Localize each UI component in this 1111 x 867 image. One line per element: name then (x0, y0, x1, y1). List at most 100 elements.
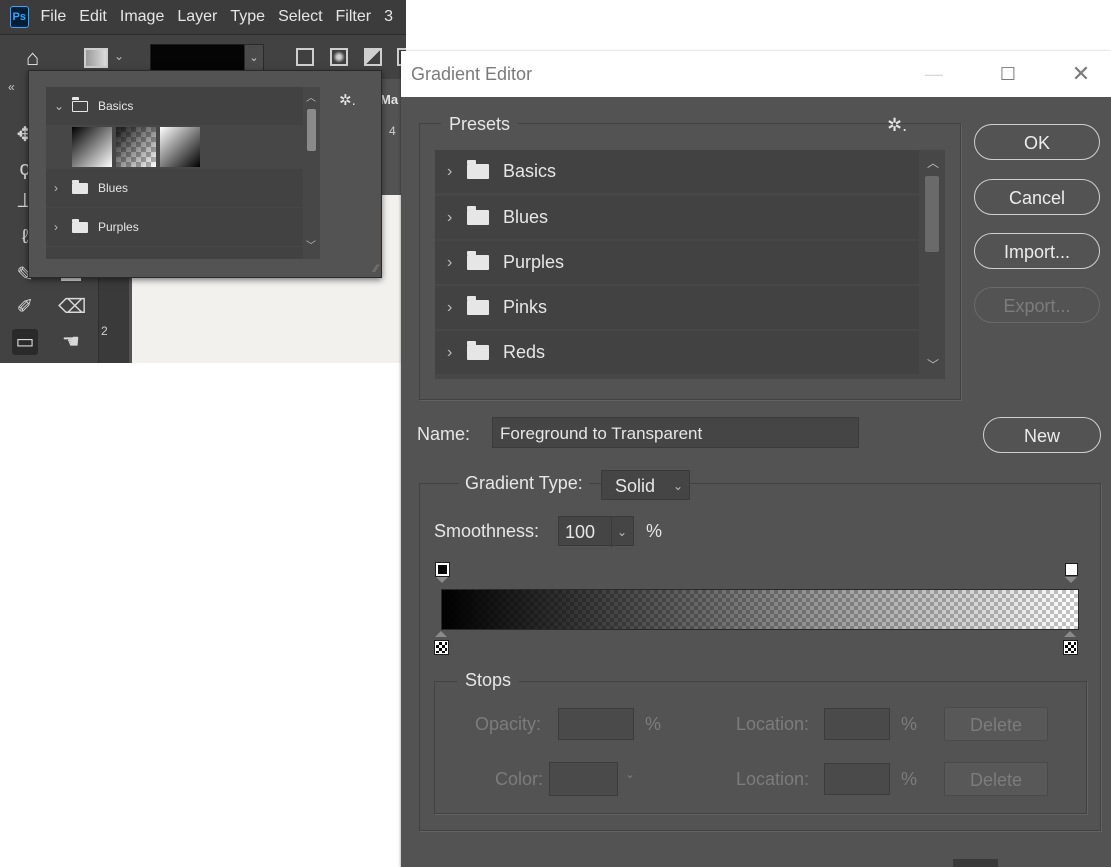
preset-folder-blues[interactable]: › Blues (46, 169, 320, 207)
chevron-down-icon[interactable]: ⌄ (625, 767, 635, 781)
gradient-tool-icon[interactable]: ▭ (12, 329, 38, 355)
history-brush-icon[interactable]: ✐ (12, 294, 38, 320)
chevron-down-icon[interactable]: ⌄ (610, 517, 627, 547)
preset-folder-purples[interactable]: › Purples (435, 241, 919, 284)
folder-icon (467, 206, 489, 225)
minimize-icon[interactable]: — (917, 59, 951, 89)
import-button[interactable]: Import... (974, 233, 1100, 269)
menu-type[interactable]: Type (230, 8, 265, 26)
name-label: Name: (417, 424, 471, 444)
close-icon[interactable]: ✕ (1064, 59, 1098, 89)
export-button[interactable]: Export... (974, 287, 1100, 323)
gradient-thumbnail[interactable] (72, 127, 112, 167)
menu-edit[interactable]: Edit (79, 8, 107, 26)
gradient-thumbnail[interactable] (116, 127, 156, 167)
basics-gradient-thumbnails (46, 125, 320, 169)
tool-preset-icon[interactable] (84, 48, 108, 68)
opacity-location-percent: % (901, 714, 918, 734)
scroll-up-icon[interactable]: ︿ (306, 89, 316, 104)
preset-scrollbar[interactable]: ︿ ﹀ (919, 150, 945, 379)
chevron-right-icon[interactable]: › (54, 220, 68, 234)
color-location-label: Location: (736, 769, 810, 789)
scroll-down-icon[interactable]: ﹀ (927, 356, 939, 373)
chevron-right-icon[interactable]: › (447, 344, 465, 362)
folder-icon (467, 160, 489, 179)
scroll-up-icon[interactable]: ︿ (927, 154, 939, 171)
photoshop-window: Ps File Edit Image Layer Type Select Fil… (0, 0, 406, 363)
smoothness-field[interactable]: 100 ⌄ (558, 516, 634, 547)
stop-pointer (435, 631, 447, 637)
folder-open-icon (71, 97, 88, 112)
gradient-picker-popup: ⌄ Basics › Blues › Purples ︿ ﹀ ✲. ⁄⁄ (28, 70, 382, 278)
gradient-type-value: Solid (615, 476, 656, 496)
smoothness-percent: % (646, 521, 663, 541)
cancel-button[interactable]: Cancel (974, 179, 1100, 215)
menu-select[interactable]: Select (278, 8, 322, 26)
delete-color-stop-button[interactable]: Delete (944, 762, 1048, 796)
photoshop-logo: Ps (10, 6, 29, 28)
popup-scrollbar[interactable]: ︿ ﹀ (303, 87, 320, 259)
opacity-location-field[interactable] (824, 708, 890, 740)
scroll-thumb[interactable] (307, 109, 316, 151)
color-label: Color: (495, 769, 544, 789)
ok-button[interactable]: OK (974, 124, 1100, 160)
preset-folder-reds[interactable]: › Reds (435, 331, 919, 374)
collapse-panel-icon[interactable]: « (8, 80, 15, 94)
chevron-down-icon: ⌄ (672, 479, 683, 493)
menu-image[interactable]: Image (120, 8, 164, 26)
chevron-right-icon[interactable]: › (447, 163, 465, 181)
dialog-title: Gradient Editor (411, 64, 533, 84)
gear-icon[interactable]: ✲. (339, 91, 356, 109)
opacity-stop-left[interactable] (435, 562, 450, 577)
radial-gradient-icon[interactable] (330, 48, 348, 66)
gear-icon[interactable]: ✲. (887, 115, 907, 136)
folder-icon (467, 296, 489, 315)
color-swatch[interactable] (549, 762, 618, 796)
eraser-tool-icon[interactable]: ⌫ (58, 294, 86, 320)
opacity-stop-right[interactable] (1065, 563, 1078, 576)
preset-folder-blues[interactable]: › Blues (435, 196, 919, 239)
scroll-thumb[interactable] (925, 176, 939, 252)
color-location-field[interactable] (824, 763, 890, 795)
chevron-right-icon[interactable]: › (447, 254, 465, 272)
gradient-name-input[interactable]: Foreground to Transparent (492, 417, 859, 448)
smoothness-value: 100 (565, 522, 596, 542)
angle-gradient-icon[interactable] (364, 48, 382, 66)
preset-folder-basics[interactable]: › Basics (435, 150, 919, 193)
resize-grip-icon[interactable]: ⁄⁄ (374, 263, 378, 275)
color-stop-left[interactable] (434, 640, 449, 655)
menu-filter[interactable]: Filter (336, 8, 372, 26)
folder-label: Basics (503, 161, 557, 181)
smudge-tool-icon[interactable]: ☚ (58, 329, 84, 355)
gradient-thumbnail[interactable] (160, 127, 200, 167)
gradient-editor-dialog: Gradient Editor — ☐ ✕ Presets ✲. › Basic… (401, 51, 1111, 867)
gradient-preview-swatch[interactable] (150, 44, 246, 72)
maximize-icon[interactable]: ☐ (991, 59, 1025, 89)
chevron-right-icon[interactable]: › (447, 209, 465, 227)
preset-folder-pinks[interactable]: › Pinks (435, 286, 919, 329)
delete-opacity-stop-button[interactable]: Delete (944, 707, 1048, 741)
preset-folder-purples[interactable]: › Purples (46, 208, 320, 246)
gradient-preview-bar[interactable] (441, 589, 1079, 630)
chevron-down-icon[interactable]: ⌄ (114, 49, 124, 63)
chevron-right-icon[interactable]: › (447, 299, 465, 317)
gradient-type-select[interactable]: Solid ⌄ (601, 470, 690, 500)
preset-folder-basics[interactable]: ⌄ Basics (46, 87, 320, 125)
home-icon[interactable]: ⌂ (26, 47, 50, 69)
color-location-percent: % (901, 769, 918, 789)
linear-gradient-icon[interactable] (296, 48, 314, 66)
chevron-right-icon[interactable]: › (54, 181, 68, 195)
presets-label: Presets (441, 114, 519, 135)
scroll-down-icon[interactable]: ﹀ (306, 237, 316, 252)
preset-folder-partial[interactable] (46, 247, 320, 259)
new-button[interactable]: New (983, 417, 1101, 453)
menu-file[interactable]: File (41, 8, 67, 26)
color-stop-right[interactable] (1063, 640, 1078, 655)
menu-layer[interactable]: Layer (177, 8, 217, 26)
chevron-down-icon[interactable]: ⌄ (54, 99, 68, 113)
gradient-picker-toggle[interactable]: ⌄ (244, 44, 264, 72)
folder-icon (467, 341, 489, 360)
opacity-location-label: Location: (736, 714, 810, 734)
menu-3d[interactable]: 3 (384, 8, 393, 26)
opacity-field[interactable] (558, 708, 634, 740)
